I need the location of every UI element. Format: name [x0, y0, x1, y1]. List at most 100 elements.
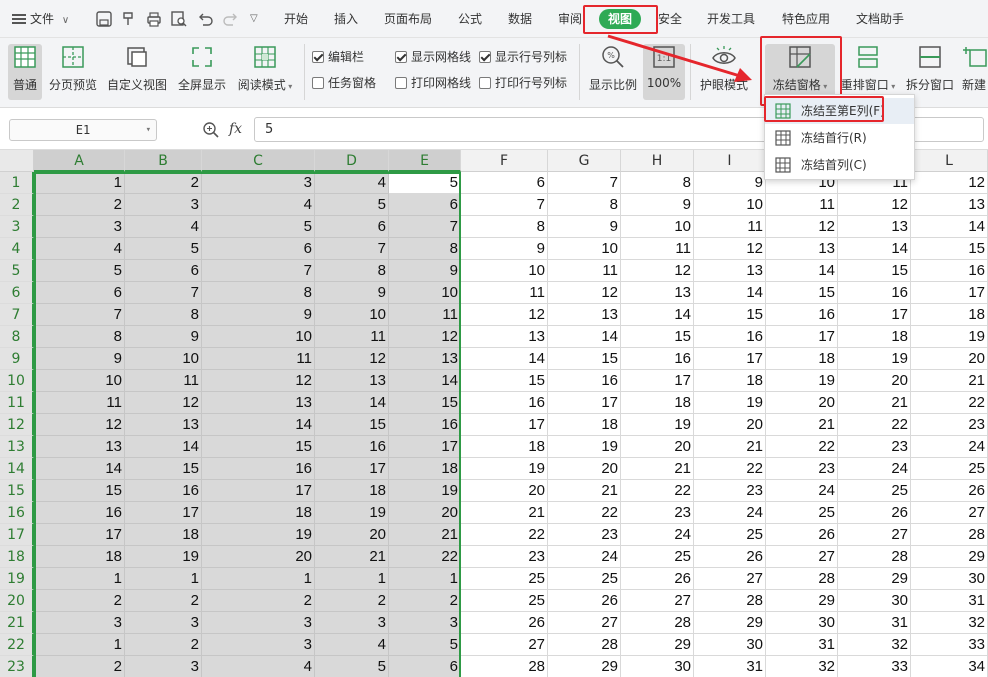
cell-c11[interactable]: 13 — [202, 392, 315, 414]
cell-l4[interactable]: 15 — [911, 238, 988, 260]
cell-e11[interactable]: 15 — [389, 392, 461, 414]
cell-h2[interactable]: 9 — [621, 194, 694, 216]
cell-c23[interactable]: 4 — [202, 656, 315, 677]
cell-e14[interactable]: 18 — [389, 458, 461, 480]
tab-developer[interactable]: 开发工具 — [707, 9, 755, 29]
cell-h1[interactable]: 8 — [621, 172, 694, 194]
cell-a6[interactable]: 6 — [34, 282, 125, 304]
cell-d7[interactable]: 10 — [315, 304, 389, 326]
cell-i13[interactable]: 21 — [694, 436, 766, 458]
cell-f20[interactable]: 25 — [461, 590, 548, 612]
cell-g21[interactable]: 27 — [548, 612, 621, 634]
cell-l21[interactable]: 32 — [911, 612, 988, 634]
cell-a11[interactable]: 11 — [34, 392, 125, 414]
cell-e16[interactable]: 20 — [389, 502, 461, 524]
cell-d5[interactable]: 8 — [315, 260, 389, 282]
cell-a3[interactable]: 3 — [34, 216, 125, 238]
freeze-panes-button[interactable]: 冻结窗格 ▾ — [765, 44, 835, 100]
cell-b22[interactable]: 2 — [125, 634, 202, 656]
tab-view[interactable]: 视图 — [599, 9, 641, 29]
cell-e2[interactable]: 6 — [389, 194, 461, 216]
cell-d14[interactable]: 17 — [315, 458, 389, 480]
cell-c22[interactable]: 3 — [202, 634, 315, 656]
cell-i18[interactable]: 26 — [694, 546, 766, 568]
row-header-14[interactable]: 14 — [0, 458, 34, 480]
cell-g16[interactable]: 22 — [548, 502, 621, 524]
cell-f15[interactable]: 20 — [461, 480, 548, 502]
column-header-g[interactable]: G — [548, 150, 621, 172]
cell-j15[interactable]: 24 — [766, 480, 838, 502]
cell-g15[interactable]: 21 — [548, 480, 621, 502]
cell-i5[interactable]: 13 — [694, 260, 766, 282]
undo-icon[interactable] — [196, 10, 214, 28]
cell-j3[interactable]: 12 — [766, 216, 838, 238]
tab-home[interactable]: 开始 — [284, 9, 308, 29]
cell-a4[interactable]: 4 — [34, 238, 125, 260]
rearrange-windows-button[interactable]: 重排窗口 ▾ — [838, 44, 898, 100]
split-window-button[interactable]: 拆分窗口 — [902, 44, 958, 100]
cell-b16[interactable]: 17 — [125, 502, 202, 524]
cell-b23[interactable]: 3 — [125, 656, 202, 677]
cell-h21[interactable]: 28 — [621, 612, 694, 634]
row-header-2[interactable]: 2 — [0, 194, 34, 216]
cell-j21[interactable]: 30 — [766, 612, 838, 634]
cell-j8[interactable]: 17 — [766, 326, 838, 348]
column-header-h[interactable]: H — [621, 150, 694, 172]
cell-k21[interactable]: 31 — [838, 612, 911, 634]
name-box[interactable]: E1 ▾ — [9, 119, 157, 141]
cell-k9[interactable]: 19 — [838, 348, 911, 370]
cell-l20[interactable]: 31 — [911, 590, 988, 612]
fullscreen-button[interactable]: 全屏显示 — [174, 44, 230, 100]
normal-view-button[interactable]: 普通 — [8, 44, 42, 100]
cell-j18[interactable]: 27 — [766, 546, 838, 568]
freeze-first-row-item[interactable]: 冻结首行(R) — [765, 125, 914, 151]
cell-i12[interactable]: 20 — [694, 414, 766, 436]
cell-f9[interactable]: 14 — [461, 348, 548, 370]
cell-e12[interactable]: 16 — [389, 414, 461, 436]
row-header-5[interactable]: 5 — [0, 260, 34, 282]
cell-g20[interactable]: 26 — [548, 590, 621, 612]
cell-d10[interactable]: 13 — [315, 370, 389, 392]
row-header-10[interactable]: 10 — [0, 370, 34, 392]
row-header-13[interactable]: 13 — [0, 436, 34, 458]
zoom-search-icon[interactable] — [202, 121, 220, 139]
cell-d18[interactable]: 21 — [315, 546, 389, 568]
cell-e10[interactable]: 14 — [389, 370, 461, 392]
cell-e9[interactable]: 13 — [389, 348, 461, 370]
cell-h11[interactable]: 18 — [621, 392, 694, 414]
cell-j2[interactable]: 11 — [766, 194, 838, 216]
cell-k14[interactable]: 24 — [838, 458, 911, 480]
column-header-b[interactable]: B — [125, 150, 202, 172]
cell-h20[interactable]: 27 — [621, 590, 694, 612]
page-break-preview-button[interactable]: 分页预览 — [46, 44, 100, 100]
cell-f10[interactable]: 15 — [461, 370, 548, 392]
row-header-22[interactable]: 22 — [0, 634, 34, 656]
cell-j17[interactable]: 26 — [766, 524, 838, 546]
cell-c3[interactable]: 5 — [202, 216, 315, 238]
cell-l11[interactable]: 22 — [911, 392, 988, 414]
cell-e15[interactable]: 19 — [389, 480, 461, 502]
cell-k2[interactable]: 12 — [838, 194, 911, 216]
row-header-17[interactable]: 17 — [0, 524, 34, 546]
save-icon[interactable] — [95, 10, 113, 28]
cell-j19[interactable]: 28 — [766, 568, 838, 590]
tab-review[interactable]: 审阅 — [558, 9, 582, 29]
cell-k11[interactable]: 21 — [838, 392, 911, 414]
cell-f2[interactable]: 7 — [461, 194, 548, 216]
cell-l18[interactable]: 29 — [911, 546, 988, 568]
cell-h8[interactable]: 15 — [621, 326, 694, 348]
tab-page-layout[interactable]: 页面布局 — [384, 9, 432, 29]
select-all-corner[interactable] — [0, 150, 34, 172]
cell-k6[interactable]: 16 — [838, 282, 911, 304]
cell-j4[interactable]: 13 — [766, 238, 838, 260]
cell-i15[interactable]: 23 — [694, 480, 766, 502]
cell-g2[interactable]: 8 — [548, 194, 621, 216]
cell-a12[interactable]: 12 — [34, 414, 125, 436]
cell-d11[interactable]: 14 — [315, 392, 389, 414]
cell-d12[interactable]: 15 — [315, 414, 389, 436]
cell-d8[interactable]: 11 — [315, 326, 389, 348]
cell-f23[interactable]: 28 — [461, 656, 548, 677]
cell-e19[interactable]: 1 — [389, 568, 461, 590]
reading-mode-button[interactable]: 阅读模式 ▾ — [234, 44, 296, 100]
cell-d17[interactable]: 20 — [315, 524, 389, 546]
